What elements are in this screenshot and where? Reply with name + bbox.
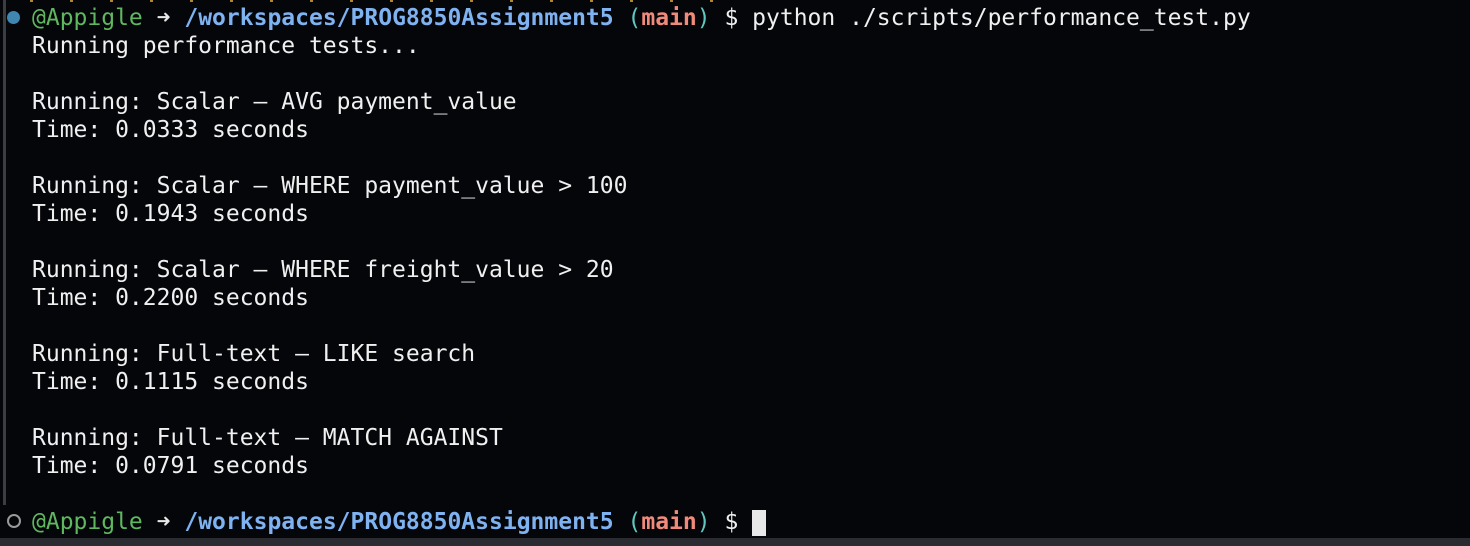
output-line: Running: Scalar – WHERE payment_value > … (32, 173, 628, 199)
output-line: Running: Scalar – WHERE freight_value > … (32, 257, 614, 283)
output-line: Time: 0.0333 seconds (32, 117, 309, 143)
arrow-icon: ➜ (156, 5, 171, 31)
output-line: Time: 0.1943 seconds (32, 201, 309, 227)
active-prompt-line[interactable]: @Appigle ➜ /workspaces/PROG8850Assignmen… (32, 508, 767, 536)
prompt-branch: main (641, 509, 697, 535)
prompt-user: @Appigle (32, 5, 143, 31)
prompt-symbol: $ (724, 5, 739, 31)
paren: ( (627, 509, 642, 535)
prompt-branch: main (641, 5, 697, 31)
paren: ) (696, 509, 711, 535)
output-line: Time: 0.2200 seconds (32, 285, 309, 311)
arrow-icon: ➜ (156, 509, 171, 535)
command-status-dot-icon[interactable] (7, 11, 20, 24)
output-line: Time: 0.1115 seconds (32, 369, 309, 395)
terminal-bottom-border (0, 538, 1470, 546)
prompt-path: /workspaces/PROG8850Assignment5 (184, 5, 614, 31)
output-line: Running performance tests... (32, 33, 420, 59)
command-line: @Appigle ➜ /workspaces/PROG8850Assignmen… (32, 4, 1251, 32)
text-cursor[interactable] (752, 509, 767, 536)
prompt-symbol: $ (724, 509, 739, 535)
terminal-gutter (3, 0, 6, 505)
prompt-user: @Appigle (32, 509, 143, 535)
output-line: Running: Full-text – LIKE search (32, 341, 476, 367)
output-line: Running: Full-text – MATCH AGAINST (32, 425, 503, 451)
previous-output-cutoff (30, 0, 730, 2)
output-line: Running: Scalar – AVG payment_value (32, 89, 517, 115)
paren: ) (696, 5, 711, 31)
paren: ( (627, 5, 642, 31)
command-status-dot-icon[interactable] (7, 514, 21, 528)
output-line: Time: 0.0791 seconds (32, 453, 309, 479)
command-text: python ./scripts/performance_test.py (752, 5, 1251, 31)
prompt-path: /workspaces/PROG8850Assignment5 (184, 509, 614, 535)
